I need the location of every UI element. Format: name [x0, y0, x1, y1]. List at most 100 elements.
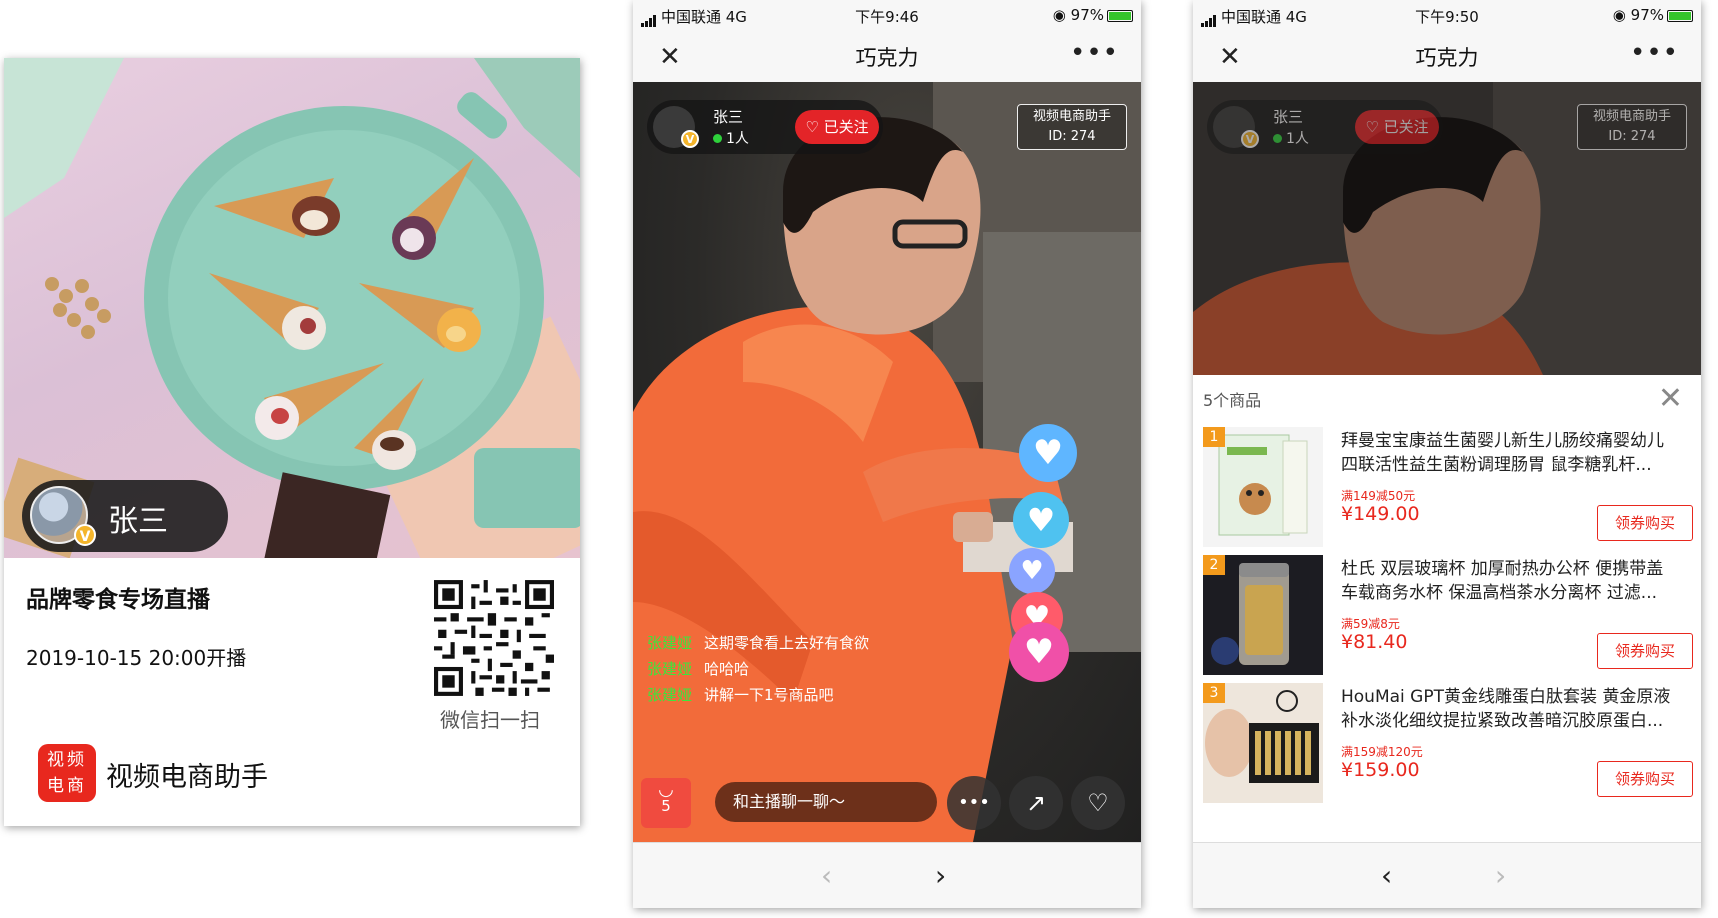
viewer-count: 1人	[1273, 128, 1309, 148]
page-title: 巧克力	[855, 46, 919, 70]
logo-line-2: 电商	[47, 776, 87, 796]
qr-caption: 微信扫一扫	[440, 708, 540, 732]
rank-badge: 1	[1203, 427, 1225, 447]
product-title[interactable]: 杜氏 双层玻璃杯 加厚耐热办公杯 便携带盖车载商务水杯 保温高档茶水分离杯 过滤…	[1341, 557, 1671, 605]
forward-arrow-icon[interactable]: ›	[1495, 859, 1506, 892]
product-count-label: 5个商品	[1203, 391, 1262, 410]
product-image[interactable]: 2	[1203, 555, 1323, 675]
viewer-count: 1人	[713, 128, 749, 148]
viewer-count-label: 1人	[1286, 131, 1309, 147]
product-title[interactable]: HouMai GPT黄金线雕蛋白肽套装 黄金原液补水淡化细纹提拉紧致改善暗沉胶原…	[1341, 685, 1671, 733]
room-id: ID: 274	[1048, 129, 1096, 144]
host-name: 张三	[713, 108, 744, 126]
floating-heart-icon: ♥	[1013, 492, 1069, 548]
buy-with-coupon-button[interactable]: 领券购买	[1597, 633, 1693, 669]
more-icon[interactable]: •••	[1070, 38, 1119, 68]
like-button[interactable]: ♡	[1071, 776, 1125, 830]
product-count: 5	[661, 797, 671, 815]
room-id: ID: 274	[1608, 129, 1656, 144]
verified-badge-icon: V	[681, 130, 699, 148]
shopping-bag-icon: ◡	[658, 779, 674, 800]
app-name: 视频电商助手	[106, 762, 268, 793]
comment-author: 张建娅	[647, 634, 693, 652]
heart-icon: ♡	[1087, 789, 1109, 817]
page-title: 巧克力	[1415, 46, 1479, 70]
rank-badge: 2	[1203, 555, 1225, 575]
product-item[interactable]: 2 杜氏 双层玻璃杯 加厚耐热办公杯 便携带盖车载商务水杯 保温高档茶水分离杯 …	[1193, 545, 1701, 675]
product-list-screen: 中国联通 4G 下午9:50 ◉ 97% ✕ 巧克力 ••• V 张三 1人 ♡…	[1193, 0, 1701, 908]
room-id-box: 视频电商助手 ID: 274	[1017, 104, 1127, 150]
share-icon: ↗	[1025, 789, 1047, 817]
verified-badge-icon: V	[1241, 130, 1259, 148]
comment-item: 张建娅 这期零食看上去好有食欲	[647, 632, 869, 653]
floating-heart-icon: ♥	[1019, 424, 1077, 482]
product-price: ¥159.00	[1341, 759, 1420, 781]
more-options-button[interactable]: •••	[947, 776, 1001, 830]
product-panel: 5个商品 ✕ 1 拜曼宝宝康益生菌婴儿新生儿肠绞痛婴幼儿四联活性益生菌粉调理肠胃…	[1193, 375, 1701, 842]
lock-rotation-icon: ◉	[1612, 6, 1631, 24]
product-title[interactable]: 拜曼宝宝康益生菌婴儿新生儿肠绞痛婴幼儿四联活性益生菌粉调理肠胃 鼠李糖乳杆...	[1341, 429, 1671, 477]
back-arrow-icon[interactable]: ‹	[821, 859, 832, 892]
comment-item: 张建娅 哈哈哈	[647, 658, 749, 679]
poster-title: 品牌零食专场直播	[26, 587, 210, 613]
product-image[interactable]: 1	[1203, 427, 1323, 547]
online-dot-icon	[1273, 134, 1282, 143]
product-item[interactable]: 3 HouMai GPT黄金线雕蛋白肽套装 黄金原液补水淡化细纹提拉紧致改善暗沉…	[1193, 673, 1701, 803]
host-info-pill: V 张三 1人 ♡ 已关注	[647, 100, 883, 154]
live-poster-card: V 张三 品牌零食专场直播 2019-10-15 20:00开播 微信扫一扫 视…	[4, 58, 580, 826]
room-id-box: 视频电商助手 ID: 274	[1577, 104, 1687, 150]
live-video-dimmed[interactable]: V 张三 1人 ♡ 已关注 视频电商助手 ID: 274	[1193, 82, 1701, 375]
heart-check-icon: ♡	[805, 118, 824, 136]
shopping-bag-button[interactable]: ◡ 5	[641, 778, 691, 828]
live-room-screen: 中国联通 4G 下午9:46 ◉ 97% ✕ 巧克力 ••• V 张三 1人 ♡…	[633, 0, 1141, 908]
verified-badge-icon: V	[74, 524, 96, 546]
viewer-count-label: 1人	[726, 131, 749, 147]
floating-heart-icon: ♥	[1009, 548, 1055, 594]
product-price: ¥81.40	[1341, 631, 1408, 653]
room-label: 视频电商助手	[1032, 109, 1111, 124]
live-video[interactable]: V 张三 1人 ♡ 已关注 视频电商助手 ID: 274 ♥ ♥ ♥ ♥ ♥ 张…	[633, 82, 1141, 842]
follow-label: 已关注	[1383, 118, 1429, 136]
share-button[interactable]: ↗	[1009, 776, 1063, 830]
lock-rotation-icon: ◉	[1052, 6, 1071, 24]
battery-percent: 97%	[1070, 6, 1104, 24]
online-dot-icon	[713, 134, 722, 143]
browser-bottom-bar: ‹ ›	[1193, 842, 1701, 908]
host-name-pill: V 张三	[22, 480, 228, 552]
host-info-pill: V 张三 1人 ♡ 已关注	[1207, 100, 1443, 154]
product-price: ¥149.00	[1341, 503, 1420, 525]
room-label: 视频电商助手	[1592, 109, 1671, 124]
poster-date: 2019-10-15 20:00开播	[26, 646, 247, 670]
qr-code	[434, 580, 554, 696]
follow-button[interactable]: ♡ 已关注	[795, 110, 879, 144]
follow-button[interactable]: ♡ 已关注	[1355, 110, 1439, 144]
product-image[interactable]: 3	[1203, 683, 1323, 803]
coupon-label: 满159减120元	[1341, 745, 1423, 759]
status-battery: ◉ 97%	[1053, 6, 1133, 24]
close-icon[interactable]: ✕	[1658, 381, 1683, 416]
heart-check-icon: ♡	[1365, 118, 1384, 136]
host-name: 张三	[1273, 108, 1304, 126]
comment-text: 这期零食看上去好有食欲	[704, 634, 870, 652]
chat-input[interactable]: 和主播聊一聊～	[715, 782, 937, 822]
status-bar: 中国联通 4G 下午9:50 ◉ 97%	[1193, 0, 1701, 30]
buy-with-coupon-button[interactable]: 领券购买	[1597, 505, 1693, 541]
app-logo-icon: 视频 电商	[38, 744, 96, 802]
browser-bottom-bar: ‹ ›	[633, 842, 1141, 908]
back-arrow-icon[interactable]: ‹	[1381, 859, 1392, 892]
buy-with-coupon-button[interactable]: 领券购买	[1597, 761, 1693, 797]
coupon-label: 满149减50元	[1341, 489, 1416, 503]
comment-author: 张建娅	[647, 660, 693, 678]
follow-label: 已关注	[823, 118, 869, 136]
floating-heart-icon: ♥	[1009, 622, 1069, 682]
product-item[interactable]: 1 拜曼宝宝康益生菌婴儿新生儿肠绞痛婴幼儿四联活性益生菌粉调理肠胃 鼠李糖乳杆.…	[1193, 417, 1701, 547]
host-name: 张三	[108, 504, 168, 539]
status-bar: 中国联通 4G 下午9:46 ◉ 97%	[633, 0, 1141, 30]
battery-percent: 97%	[1630, 6, 1664, 24]
forward-arrow-icon[interactable]: ›	[935, 859, 946, 892]
nav-bar: ✕ 巧克力 •••	[633, 30, 1141, 82]
battery-icon	[1107, 9, 1133, 22]
more-icon[interactable]: •••	[1630, 38, 1679, 68]
battery-icon	[1667, 9, 1693, 22]
comment-text: 讲解一下1号商品吧	[704, 686, 834, 704]
